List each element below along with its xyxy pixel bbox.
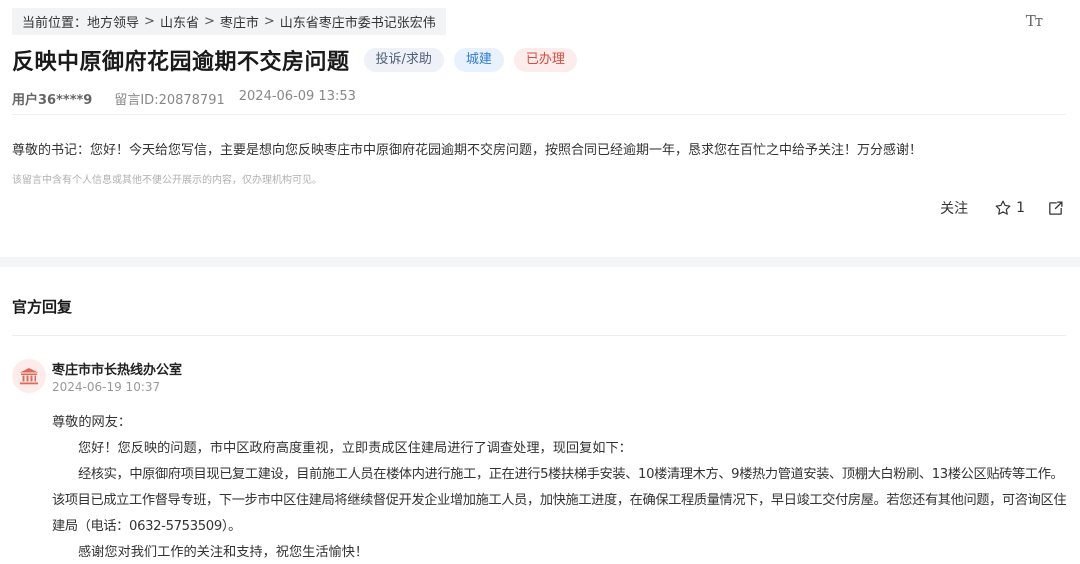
post-content: 尊敬的书记：您好！今天给您写信，主要是想向您反映枣庄市中原御府花园逾期不交房问题… <box>12 143 923 158</box>
type-tag: 投诉/求助 <box>363 48 444 72</box>
status-badge: 已办理 <box>513 48 577 72</box>
like-button[interactable]: 1 <box>994 199 1025 217</box>
category-tag: 城建 <box>453 48 504 72</box>
post-time: 2024-06-09 13:53 <box>238 89 356 104</box>
font-size-icon[interactable]: Tт <box>1026 12 1043 30</box>
breadcrumb-item-city[interactable]: 枣庄市 <box>220 12 259 31</box>
breadcrumb: 当前位置： 地方领导 > 山东省 > 枣庄市 > 山东省枣庄市委书记张宏伟 <box>12 8 446 35</box>
reply-greeting: 尊敬的网友： <box>52 415 132 430</box>
post-user: 用户36****9 <box>12 93 93 108</box>
breadcrumb-item-province[interactable]: 山东省 <box>160 12 199 31</box>
breadcrumb-separator: > <box>144 14 155 29</box>
official-reply-heading: 官方回复 <box>12 298 73 316</box>
breadcrumb-prefix: 当前位置： <box>22 16 88 31</box>
follow-button[interactable]: 关注 <box>940 198 968 218</box>
message-id: 留言ID:20878791 <box>114 93 225 108</box>
office-name: 枣庄市市长热线办公室 <box>52 363 183 378</box>
reply-closing: 感谢您对我们工作的关注和支持，祝您生活愉快！ <box>78 545 369 560</box>
privacy-notice: 该留言中含有个人信息或其他不便公开展示的内容，仅办理机构可见。 <box>12 175 322 186</box>
breadcrumb-separator: > <box>203 14 215 29</box>
share-button[interactable] <box>1047 200 1064 217</box>
star-icon <box>995 200 1011 215</box>
reply-paragraph: 经核实，中原御府项目现已复工建设，目前施工人员在楼体内进行施工，正在进行5楼扶梯… <box>52 467 1067 534</box>
breadcrumb-item-leader[interactable]: 山东省枣庄市委书记张宏伟 <box>280 12 436 31</box>
office-avatar <box>12 359 46 393</box>
reply-paragraph: 您好！您反映的问题，市中区政府高度重视，立即责成区住建局进行了调查处理，现回复如… <box>78 441 632 456</box>
divider <box>12 335 1066 336</box>
breadcrumb-item-local-leaders[interactable]: 地方领导 <box>87 12 139 31</box>
reply-body: 尊敬的网友： 您好！您反映的问题，市中区政府高度重视，立即责成区住建局进行了调查… <box>52 410 1070 564</box>
breadcrumb-separator: > <box>263 14 275 29</box>
government-building-icon <box>20 368 38 385</box>
reply-time: 2024-06-19 10:37 <box>52 380 161 394</box>
page-title: 反映中原御府花园逾期不交房问题 <box>12 50 350 75</box>
post-meta: 用户36****9 留言ID:20878791 2024-06-09 13:53 <box>12 89 356 108</box>
post-actions: 关注 1 <box>940 198 1064 218</box>
like-count: 1 <box>1016 200 1025 216</box>
title-row: 反映中原御府花园逾期不交房问题 投诉/求助 城建 已办理 <box>12 44 577 76</box>
share-icon <box>1049 200 1063 215</box>
divider <box>12 114 1066 115</box>
section-separator <box>0 257 1080 267</box>
